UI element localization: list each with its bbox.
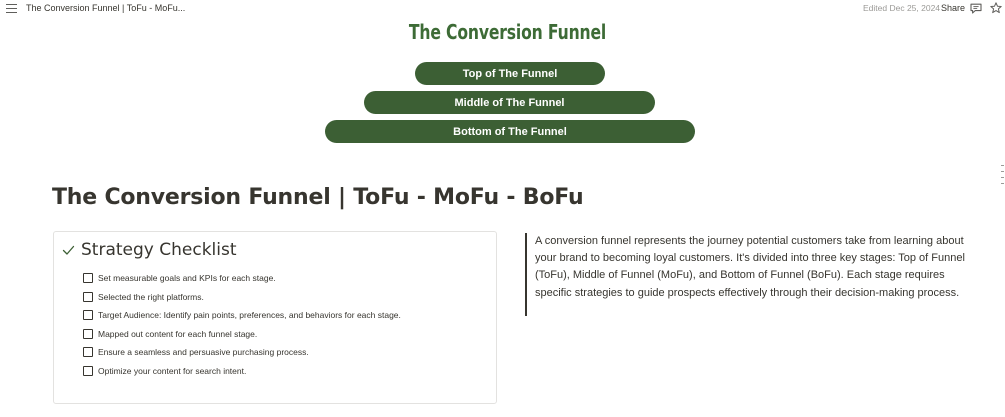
checklist-title: Strategy Checklist <box>81 240 237 260</box>
quote-block: A conversion funnel represents the journ… <box>535 235 965 299</box>
breadcrumb-page-name[interactable]: The Conversion Funnel | ToFu - MoFu... <box>26 3 185 13</box>
todo-label: Target Audience: Identify pain points, p… <box>98 310 401 321</box>
table-of-contents-marks[interactable] <box>1001 165 1005 189</box>
page-title: The Conversion Funnel | ToFu - MoFu - Bo… <box>52 185 584 210</box>
top-bar: The Conversion Funnel | ToFu - MoFu... E… <box>0 0 1005 18</box>
strategy-checklist-toggle: Strategy Checklist Set measurable goals … <box>53 231 497 404</box>
funnel-middle-button[interactable]: Middle of The Funnel <box>364 91 655 114</box>
todo-label: Selected the right platforms. <box>98 291 204 302</box>
todo-label: Optimize your content for search intent. <box>98 365 247 376</box>
todo-list: Set measurable goals and KPIs for each s… <box>83 269 401 380</box>
menu-icon[interactable] <box>6 4 17 14</box>
checklist-header[interactable]: Strategy Checklist <box>62 240 237 260</box>
star-icon[interactable] <box>990 2 1002 14</box>
todo-item: Selected the right platforms. <box>83 288 401 307</box>
quote-bar <box>525 233 527 316</box>
share-button[interactable]: Share <box>941 3 965 13</box>
funnel-top-button[interactable]: Top of The Funnel <box>415 62 605 85</box>
todo-checkbox[interactable] <box>83 328 93 339</box>
comment-icon[interactable] <box>970 3 982 14</box>
todo-item: Set measurable goals and KPIs for each s… <box>83 269 401 288</box>
chevron-down-icon[interactable] <box>62 244 75 257</box>
todo-checkbox[interactable] <box>83 273 93 284</box>
todo-label: Mapped out content for each funnel stage… <box>98 328 258 339</box>
todo-checkbox[interactable] <box>83 291 93 302</box>
edited-timestamp: Edited Dec 25, 2024 <box>863 3 941 13</box>
todo-item: Mapped out content for each funnel stage… <box>83 325 401 344</box>
todo-label: Ensure a seamless and persuasive purchas… <box>98 347 309 358</box>
todo-checkbox[interactable] <box>83 347 93 358</box>
todo-label: Set measurable goals and KPIs for each s… <box>98 273 276 284</box>
todo-item: Ensure a seamless and persuasive purchas… <box>83 343 401 362</box>
todo-checkbox[interactable] <box>83 310 93 321</box>
todo-item: Target Audience: Identify pain points, p… <box>83 306 401 325</box>
todo-checkbox[interactable] <box>83 365 93 376</box>
todo-item: Optimize your content for search intent. <box>83 362 401 381</box>
funnel-bottom-button[interactable]: Bottom of The Funnel <box>325 120 695 143</box>
funnel-heading: The Conversion Funnel <box>408 20 607 44</box>
